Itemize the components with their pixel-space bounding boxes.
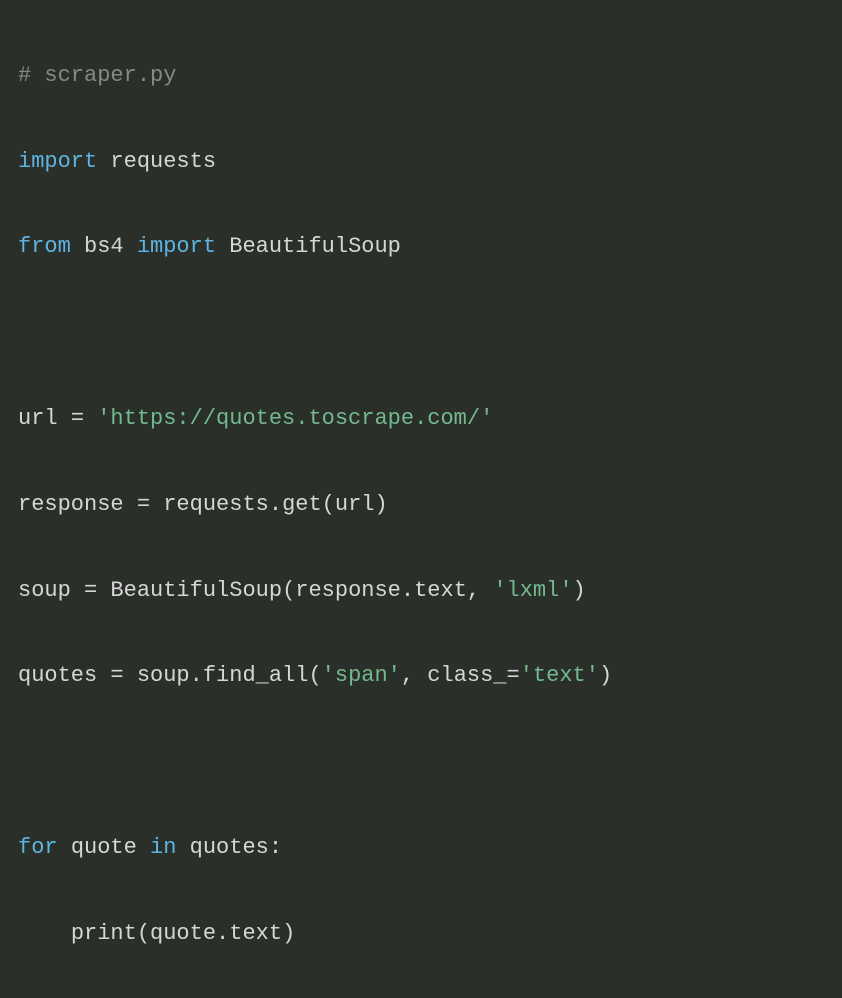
comment: # scraper.py bbox=[18, 63, 176, 88]
operator-assign: = bbox=[71, 406, 84, 431]
string-lxml: 'lxml' bbox=[493, 578, 572, 603]
code-line-6: response = requests.get(url) bbox=[18, 484, 824, 527]
code-line-1: # scraper.py bbox=[18, 55, 824, 98]
class-beautifulsoup: BeautifulSoup bbox=[110, 578, 282, 603]
var-url: url bbox=[18, 406, 58, 431]
operator-assign: = bbox=[84, 578, 97, 603]
paren-open: ( bbox=[137, 921, 150, 946]
paren-close: ) bbox=[374, 492, 387, 517]
blank-line bbox=[18, 312, 824, 355]
var-quotes: quotes bbox=[190, 835, 269, 860]
code-line-5: url = 'https://quotes.toscrape.com/' bbox=[18, 398, 824, 441]
string-text: 'text' bbox=[520, 663, 599, 688]
code-line-2: import requests bbox=[18, 141, 824, 184]
paren-close: ) bbox=[282, 921, 295, 946]
keyword-from: from bbox=[18, 234, 71, 259]
string-url: 'https://quotes.toscrape.com/' bbox=[97, 406, 493, 431]
indent bbox=[18, 921, 71, 946]
dot: . bbox=[216, 921, 229, 946]
arg-response: response bbox=[295, 578, 401, 603]
keyword-import: import bbox=[18, 149, 97, 174]
keyword-in: in bbox=[150, 835, 176, 860]
keyword-import: import bbox=[137, 234, 216, 259]
operator-assign: = bbox=[507, 663, 520, 688]
code-line-8: quotes = soup.find_all('span', class_='t… bbox=[18, 655, 824, 698]
arg-quote: quote bbox=[150, 921, 216, 946]
var-soup: soup bbox=[137, 663, 190, 688]
keyword-for: for bbox=[18, 835, 58, 860]
fn-print: print bbox=[71, 921, 137, 946]
kwarg-class: class_ bbox=[427, 663, 506, 688]
paren-close: ) bbox=[599, 663, 612, 688]
module-requests: requests bbox=[163, 492, 269, 517]
comma: , bbox=[401, 663, 414, 688]
attr-text: text bbox=[414, 578, 467, 603]
code-line-7: soup = BeautifulSoup(response.text, 'lxm… bbox=[18, 570, 824, 613]
colon: : bbox=[269, 835, 282, 860]
dot: . bbox=[269, 492, 282, 517]
code-line-3: from bs4 import BeautifulSoup bbox=[18, 226, 824, 269]
paren-open: ( bbox=[282, 578, 295, 603]
operator-assign: = bbox=[137, 492, 150, 517]
var-soup: soup bbox=[18, 578, 71, 603]
code-block: # scraper.py import requests from bs4 im… bbox=[18, 12, 824, 998]
fn-get: get bbox=[282, 492, 322, 517]
class-beautifulsoup: BeautifulSoup bbox=[229, 234, 401, 259]
dot: . bbox=[401, 578, 414, 603]
code-line-10: for quote in quotes: bbox=[18, 827, 824, 870]
var-quotes: quotes bbox=[18, 663, 97, 688]
paren-open: ( bbox=[308, 663, 321, 688]
arg-url: url bbox=[335, 492, 375, 517]
var-response: response bbox=[18, 492, 124, 517]
blank-line bbox=[18, 741, 824, 784]
string-span: 'span' bbox=[322, 663, 401, 688]
code-line-11: print(quote.text) bbox=[18, 913, 824, 956]
fn-findall: find_all bbox=[203, 663, 309, 688]
attr-text: text bbox=[229, 921, 282, 946]
paren-open: ( bbox=[322, 492, 335, 517]
module-bs4: bs4 bbox=[84, 234, 124, 259]
var-quote: quote bbox=[71, 835, 137, 860]
dot: . bbox=[190, 663, 203, 688]
operator-assign: = bbox=[110, 663, 123, 688]
paren-close: ) bbox=[573, 578, 586, 603]
comma: , bbox=[467, 578, 480, 603]
module-requests: requests bbox=[110, 149, 216, 174]
